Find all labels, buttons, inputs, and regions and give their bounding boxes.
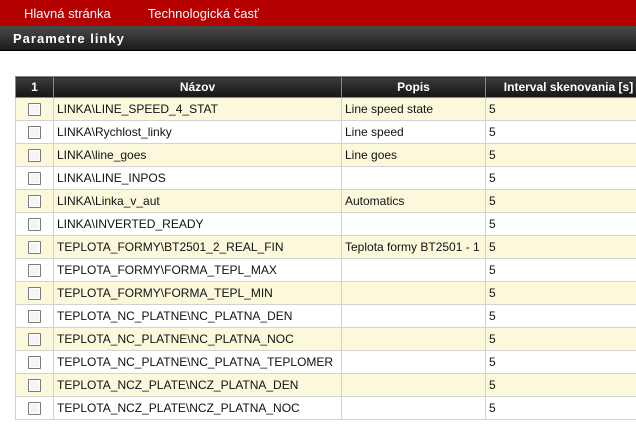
cell-description: Line goes — [341, 143, 486, 167]
row-checkbox[interactable] — [28, 356, 41, 370]
cell-name: LINKA\LINE_SPEED_4_STAT — [53, 97, 342, 121]
cell-name: LINKA\Rychlost_linky — [53, 120, 342, 144]
table-row[interactable]: TEPLOTA_FORMY\FORMA_TEPL_MAX 5 — [15, 258, 636, 282]
table-row[interactable]: TEPLOTA_FORMY\FORMA_TEPL_MIN 5 — [15, 281, 636, 305]
cell-name: LINKA\Linka_v_aut — [53, 189, 342, 213]
row-checkbox[interactable] — [28, 333, 41, 347]
row-checkbox[interactable] — [28, 287, 41, 301]
table-row[interactable]: LINKA\line_goes Line goes 5 — [15, 143, 636, 167]
cell-description — [341, 373, 486, 397]
column-header-select[interactable]: 1 — [15, 76, 54, 98]
cell-scan-interval: 5 — [485, 396, 636, 420]
cell-description — [341, 396, 486, 420]
cell-name: TEPLOTA_NC_PLATNE\NC_PLATNA_TEPLOMER — [53, 350, 342, 374]
page-title-bar: Parametre linky — [0, 26, 636, 51]
row-checkbox-cell — [15, 327, 54, 351]
cell-description: Line speed — [341, 120, 486, 144]
row-checkbox[interactable] — [28, 379, 41, 393]
table-row[interactable]: TEPLOTA_FORMY\BT2501_2_REAL_FIN Teplota f… — [15, 235, 636, 259]
table-row[interactable]: TEPLOTA_NCZ_PLATE\NCZ_PLATNA_NOC 5 — [15, 396, 636, 420]
cell-scan-interval: 5 — [485, 373, 636, 397]
cell-scan-interval: 5 — [485, 281, 636, 305]
cell-name: TEPLOTA_NC_PLATNE\NC_PLATNA_NOC — [53, 327, 342, 351]
table-row[interactable]: LINKA\INVERTED_READY 5 — [15, 212, 636, 236]
row-checkbox[interactable] — [28, 264, 41, 278]
column-header-name[interactable]: Názov — [53, 76, 342, 98]
parameters-table-container: 1 Názov Popis Interval skenovania [s] LI… — [15, 76, 636, 420]
row-checkbox[interactable] — [28, 402, 41, 416]
row-checkbox-cell — [15, 212, 54, 236]
cell-description — [341, 258, 486, 282]
row-checkbox[interactable] — [28, 310, 41, 324]
table-header-row: 1 Názov Popis Interval skenovania [s] — [15, 76, 636, 98]
cell-scan-interval: 5 — [485, 327, 636, 351]
row-checkbox[interactable] — [28, 103, 41, 117]
cell-name: LINKA\INVERTED_READY — [53, 212, 342, 236]
cell-description — [341, 281, 486, 305]
row-checkbox[interactable] — [28, 195, 41, 209]
cell-name: LINKA\line_goes — [53, 143, 342, 167]
row-checkbox-cell — [15, 189, 54, 213]
row-checkbox-cell — [15, 166, 54, 190]
cell-scan-interval: 5 — [485, 350, 636, 374]
cell-name: TEPLOTA_NCZ_PLATE\NCZ_PLATNA_NOC — [53, 396, 342, 420]
cell-scan-interval: 5 — [485, 120, 636, 144]
row-checkbox[interactable] — [28, 218, 41, 232]
cell-description — [341, 350, 486, 374]
cell-description — [341, 212, 486, 236]
table-row[interactable]: TEPLOTA_NC_PLATNE\NC_PLATNA_NOC 5 — [15, 327, 636, 351]
cell-name: TEPLOTA_FORMY\BT2501_2_REAL_FIN — [53, 235, 342, 259]
table-row[interactable]: LINKA\LINE_INPOS 5 — [15, 166, 636, 190]
row-checkbox[interactable] — [28, 172, 41, 186]
table-row[interactable]: TEPLOTA_NC_PLATNE\NC_PLATNA_TEPLOMER 5 — [15, 350, 636, 374]
row-checkbox-cell — [15, 235, 54, 259]
cell-description: Automatics — [341, 189, 486, 213]
row-checkbox[interactable] — [28, 126, 41, 140]
row-checkbox-cell — [15, 143, 54, 167]
table-row[interactable]: LINKA\LINE_SPEED_4_STAT Line speed state 5 — [15, 97, 636, 121]
table-row[interactable]: LINKA\Linka_v_aut Automatics 5 — [15, 189, 636, 213]
nav-link-home[interactable]: Hlavná stránka — [12, 6, 111, 21]
cell-description — [341, 327, 486, 351]
row-checkbox-cell — [15, 396, 54, 420]
cell-scan-interval: 5 — [485, 97, 636, 121]
page-title: Parametre linky — [13, 30, 125, 46]
cell-scan-interval: 5 — [485, 212, 636, 236]
row-checkbox[interactable] — [28, 241, 41, 255]
cell-description: Teplota formy BT2501 - 1 — [341, 235, 486, 259]
cell-name: TEPLOTA_FORMY\FORMA_TEPL_MIN — [53, 281, 342, 305]
row-checkbox-cell — [15, 120, 54, 144]
column-header-scan-interval[interactable]: Interval skenovania [s] — [485, 76, 636, 98]
cell-name: TEPLOTA_NC_PLATNE\NC_PLATNA_DEN — [53, 304, 342, 328]
row-checkbox-cell — [15, 258, 54, 282]
cell-scan-interval: 5 — [485, 235, 636, 259]
row-checkbox[interactable] — [28, 149, 41, 163]
row-checkbox-cell — [15, 373, 54, 397]
cell-scan-interval: 5 — [485, 189, 636, 213]
cell-description — [341, 166, 486, 190]
row-checkbox-cell — [15, 350, 54, 374]
row-checkbox-cell — [15, 97, 54, 121]
row-checkbox-cell — [15, 304, 54, 328]
column-header-description[interactable]: Popis — [341, 76, 486, 98]
table-row[interactable]: TEPLOTA_NCZ_PLATE\NCZ_PLATNA_DEN 5 — [15, 373, 636, 397]
table-row[interactable]: LINKA\Rychlost_linky Line speed 5 — [15, 120, 636, 144]
top-navigation: Hlavná stránka Technologická časť — [0, 0, 636, 26]
cell-scan-interval: 5 — [485, 143, 636, 167]
table-row[interactable]: TEPLOTA_NC_PLATNE\NC_PLATNA_DEN 5 — [15, 304, 636, 328]
cell-name: LINKA\LINE_INPOS — [53, 166, 342, 190]
cell-name: TEPLOTA_FORMY\FORMA_TEPL_MAX — [53, 258, 342, 282]
row-checkbox-cell — [15, 281, 54, 305]
cell-scan-interval: 5 — [485, 166, 636, 190]
parameters-table: 1 Názov Popis Interval skenovania [s] LI… — [15, 76, 636, 420]
cell-scan-interval: 5 — [485, 258, 636, 282]
cell-description: Line speed state — [341, 97, 486, 121]
cell-description — [341, 304, 486, 328]
cell-scan-interval: 5 — [485, 304, 636, 328]
nav-link-technology[interactable]: Technologická časť — [136, 6, 259, 21]
cell-name: TEPLOTA_NCZ_PLATE\NCZ_PLATNA_DEN — [53, 373, 342, 397]
